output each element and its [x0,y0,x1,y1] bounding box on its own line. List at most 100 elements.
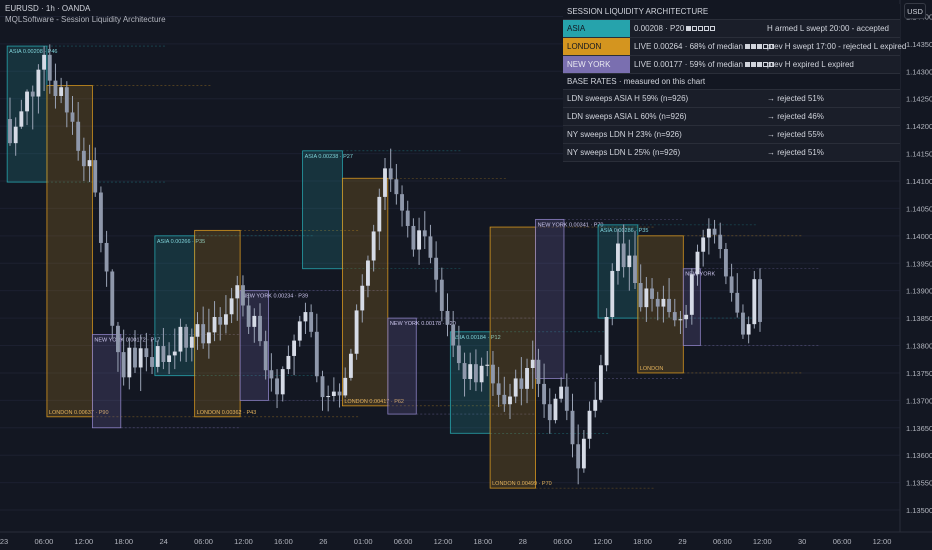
candle-body [445,310,450,325]
candle-body [417,230,422,250]
strength-bar [710,26,716,32]
candle-body [263,341,268,371]
session-box [302,150,343,270]
candle-body [195,324,200,337]
candle-body [218,317,223,325]
x-tick-label: 24 [159,537,167,546]
candle-body [587,410,592,439]
candle-body [110,271,115,326]
y-tick-label: 1.13500 [906,506,932,515]
candle-body [121,352,126,378]
candle-body [383,168,387,197]
x-tick-label: 06:00 [713,537,732,546]
x-tick-label: 12:00 [234,537,253,546]
candle-body [559,386,564,399]
candle-body [502,394,507,405]
session-label: LONDON 0.00362 · P43 [197,410,257,416]
base-rate-row: LDN sweeps ASIA L 60% (n=926) → rejected… [563,108,900,126]
base-rate-row: NY sweeps LDN L 25% (n=926) → rejected 5… [563,144,900,162]
candle-body [536,359,541,384]
candle-body [718,234,723,249]
candle-body [411,225,416,250]
candle-body [53,80,58,96]
candle-body [320,376,325,398]
x-tick-label: 06:00 [35,537,54,546]
candle-body [229,298,234,315]
candle-body [644,288,649,308]
candle-body [451,324,456,346]
candle-body [258,315,262,342]
candle-body [19,111,24,127]
candle-body [87,160,92,167]
candle-body [76,121,81,151]
x-tick-label: 12:00 [753,537,772,546]
x-tick-label: 18:00 [474,537,493,546]
candle-body [542,383,547,405]
candle-body [650,288,654,299]
candle-body [491,364,495,384]
candle-body [525,368,529,389]
candle-body [570,410,575,445]
strength-bar [704,26,710,32]
x-tick-label: 26 [319,537,327,546]
candle-body [70,112,75,122]
strength-bar [756,44,762,50]
candle-body [661,298,666,307]
session-label: LONDON 0.00499 · P70 [492,481,552,487]
y-tick-label: 1.14250 [906,95,932,104]
candle-body [178,326,183,352]
candle-body [735,292,740,313]
x-tick-label: 23 [0,537,8,546]
candle-body [598,365,603,400]
candle-body [47,54,52,81]
candle-body [292,340,297,356]
candle-body [138,348,143,368]
candle-body [201,324,206,344]
candle-body [30,91,35,97]
candle-body [286,355,291,370]
candle-body [434,257,439,280]
candle-body [405,210,410,226]
candle-body [116,325,120,353]
strength-bar [698,26,704,32]
y-tick-label: 1.14350 [906,40,932,49]
candle-body [638,283,643,308]
x-tick-label: 29 [678,537,686,546]
candle-body [206,332,211,344]
session-label: ASIA 0.00286 · P35 [600,228,648,234]
base-rate-row: LDN sweeps ASIA H 59% (n=926) → rejected… [563,90,900,108]
base-rate-label: LDN sweeps ASIA H 59% (n=926) [567,94,689,103]
candle-body [508,396,512,405]
y-tick-label: 1.13750 [906,369,932,378]
strength-bar [744,44,750,50]
candle-body [275,378,279,395]
candle-body [616,243,620,271]
y-tick-label: 1.13700 [906,396,932,405]
candle-body [360,285,365,311]
y-tick-label: 1.14050 [906,204,932,213]
base-rate-result: → rejected 51% [767,94,824,103]
candle-body [331,391,336,396]
session-row-london: LONDON LIVE 0.00264 · 68% of median prev… [563,38,906,56]
chart-area[interactable]: { "symbol_line": "EURUSD · 1h · OANDA", … [0,0,932,550]
strength-bar [686,26,692,32]
x-tick-label: 12:00 [873,537,892,546]
candle-body [604,317,609,366]
candle-body [422,230,427,237]
session-row-new-york: NEW YORK LIVE 0.00177 · 59% of median pr… [563,56,900,74]
strength-bar [750,62,756,68]
candle-body [593,399,598,411]
y-tick-label: 1.13650 [906,424,932,433]
candle-body [633,255,637,284]
session-label: NEW YORK 0.00234 · P39 [242,294,308,300]
strength-bar [692,26,698,32]
candle-body [8,119,12,144]
candle-body [133,347,137,368]
candle-body [167,355,172,362]
x-tick-label: 12:00 [434,537,453,546]
session-label: NEW YORK 0.00172 · P17 [94,338,160,344]
candle-body [184,326,189,348]
currency-button[interactable]: USD [904,3,926,19]
candle-body [13,126,18,144]
base-rate-label: NY sweeps LDN L 25% (n=926) [567,148,681,157]
